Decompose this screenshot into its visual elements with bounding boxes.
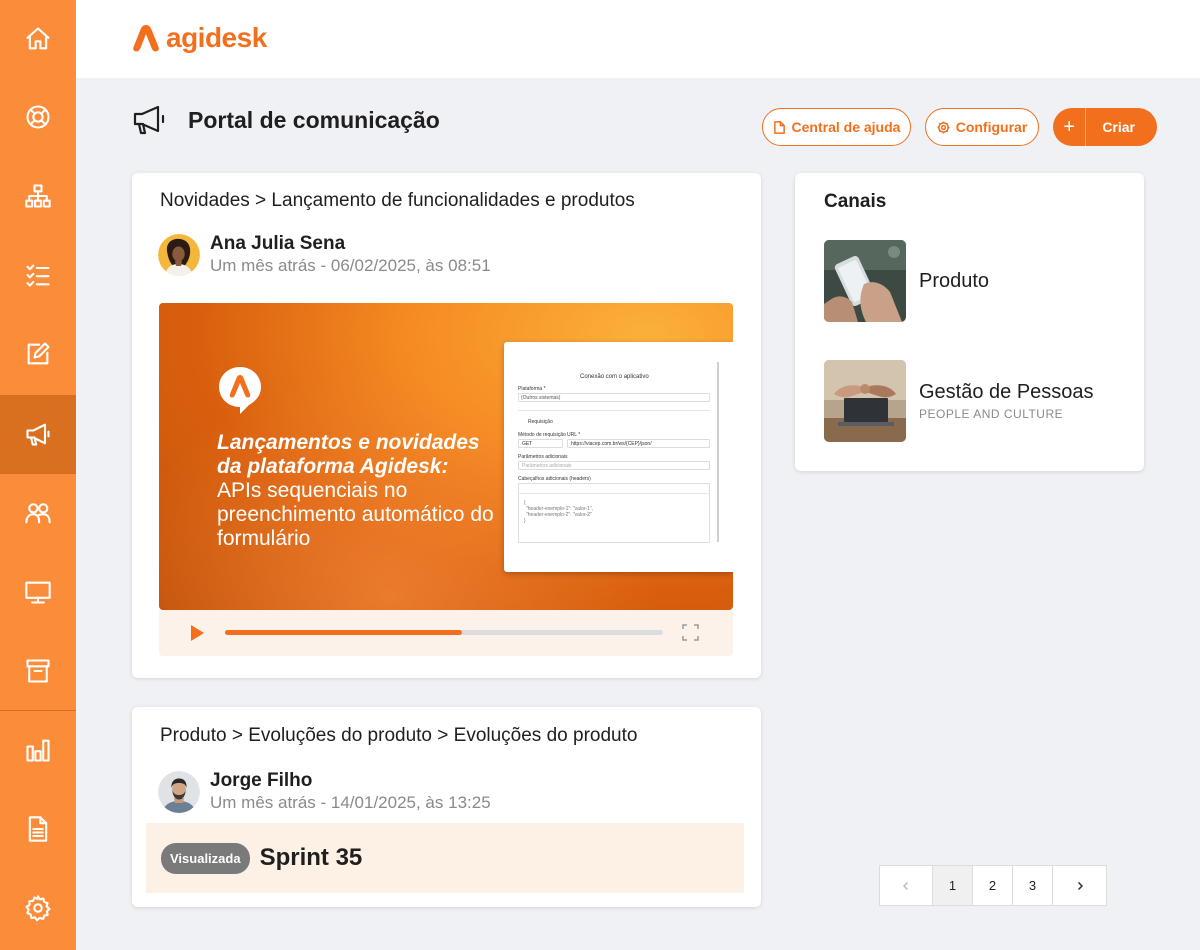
channel-name: Produto — [919, 269, 990, 292]
sidebar-item-settings[interactable] — [0, 869, 76, 947]
pagination-next-button[interactable] — [1053, 866, 1106, 905]
fullscreen-icon[interactable] — [682, 624, 699, 641]
box-icon — [26, 659, 50, 683]
edit-icon — [27, 342, 50, 365]
sidebar — [0, 0, 76, 950]
pagination-page-2[interactable]: 2 — [973, 866, 1013, 905]
sidebar-item-people[interactable] — [0, 474, 76, 552]
video-progress-bar[interactable] — [225, 630, 663, 635]
brand-name: agidesk — [166, 22, 267, 53]
sidebar-item-tasks[interactable] — [0, 236, 76, 314]
sidebar-item-support[interactable] — [0, 78, 76, 156]
sidebar-item-documents[interactable] — [0, 790, 76, 868]
author-name[interactable]: Jorge Filho — [210, 770, 491, 792]
post-author: Jorge Filho Um mês atrás - 14/01/2025, à… — [158, 770, 491, 814]
users-icon — [25, 503, 51, 524]
video-subline: APIs sequenciais no preenchimento automá… — [217, 479, 494, 550]
channel-item-produto[interactable]: Produto — [824, 240, 989, 322]
post-breadcrumb: Produto > Evoluções do produto > Evoluçõ… — [160, 725, 638, 746]
bar-chart-icon — [26, 739, 50, 762]
lifebuoy-icon — [26, 105, 50, 129]
avatar[interactable] — [158, 771, 200, 813]
chevron-left-icon — [902, 881, 909, 890]
post-breadcrumb: Novidades > Lançamento de funcionalidade… — [160, 190, 635, 211]
play-icon[interactable] — [191, 625, 204, 641]
post-author: Ana Julia Sena Um mês atrás - 06/02/2025… — [158, 233, 491, 277]
gear-icon — [25, 895, 51, 922]
pagination-page-1[interactable]: 1 — [933, 866, 973, 905]
gear-icon — [937, 120, 950, 134]
plus-icon: + — [1053, 108, 1087, 146]
channel-name: Gestão de Pessoas — [919, 381, 1094, 403]
post-highlight[interactable]: Visualizada Sprint 35 — [146, 823, 744, 893]
channels-title: Canais — [824, 191, 887, 212]
video-headline: Lançamentos e novidades da plataforma Ag… — [217, 431, 480, 478]
home-icon — [26, 27, 50, 50]
top-bar: agidesk — [76, 0, 1200, 78]
sidebar-item-inventory[interactable] — [0, 632, 76, 710]
agidesk-logo-icon — [133, 25, 159, 52]
sidebar-item-reports[interactable] — [0, 711, 76, 789]
post-title[interactable]: Sprint 35 — [260, 844, 363, 872]
configure-label: Configurar — [955, 119, 1028, 135]
app-screenshot: Conexão com o aplicativo Plataforma * (O… — [504, 342, 733, 572]
screenshot-title: Conexão com o aplicativo — [580, 374, 649, 380]
document-icon — [28, 816, 48, 842]
sidebar-item-structure[interactable] — [0, 157, 76, 235]
megaphone-icon — [133, 105, 165, 135]
help-center-label: Central de ajuda — [791, 119, 901, 135]
agidesk-logo[interactable]: agidesk — [132, 22, 267, 54]
post-date: Um mês atrás - 14/01/2025, às 13:25 — [210, 793, 491, 812]
sidebar-item-communication[interactable] — [0, 395, 76, 473]
channels-panel: Canais Produto Gestão de Pessoas PEOPLE … — [795, 173, 1144, 471]
create-label: Criar — [1102, 119, 1135, 135]
channel-subtitle: PEOPLE AND CULTURE — [919, 407, 1064, 421]
page-header: Portal de comunicação — [132, 104, 440, 136]
sidebar-item-forms[interactable] — [0, 315, 76, 393]
status-badge: Visualizada — [161, 842, 250, 874]
chevron-right-icon — [1077, 881, 1083, 890]
channel-thumbnail — [824, 240, 906, 322]
avatar[interactable] — [158, 234, 200, 276]
org-chart-icon — [25, 184, 51, 208]
channel-thumbnail — [824, 360, 906, 442]
pagination-page-3[interactable]: 3 — [1013, 866, 1053, 905]
pagination-prev-button[interactable] — [880, 866, 933, 905]
agidesk-logo-icon — [219, 367, 261, 414]
author-name[interactable]: Ana Julia Sena — [210, 233, 491, 255]
page-title: Portal de comunicação — [188, 106, 440, 133]
help-center-button[interactable]: Central de ajuda — [762, 108, 911, 146]
sidebar-item-home[interactable] — [0, 0, 76, 78]
document-icon — [773, 120, 785, 134]
video-thumbnail[interactable]: Lançamentos e novidades da plataforma Ag… — [159, 303, 733, 610]
video-controls — [159, 610, 733, 656]
pagination: 1 2 3 — [879, 865, 1107, 906]
video-progress-fill — [225, 630, 462, 635]
checklist-icon — [26, 264, 50, 287]
post-date: Um mês atrás - 06/02/2025, às 08:51 — [210, 256, 491, 275]
monitor-icon — [25, 581, 51, 604]
configure-button[interactable]: Configurar — [925, 108, 1039, 146]
video-caption: Lançamentos e novidades da plataforma Ag… — [217, 431, 507, 551]
create-button[interactable]: + Criar — [1053, 108, 1157, 146]
megaphone-icon — [26, 423, 50, 446]
channel-item-gestao-de-pessoas[interactable]: Gestão de Pessoas PEOPLE AND CULTURE — [824, 360, 1094, 442]
sidebar-item-assets[interactable] — [0, 553, 76, 631]
